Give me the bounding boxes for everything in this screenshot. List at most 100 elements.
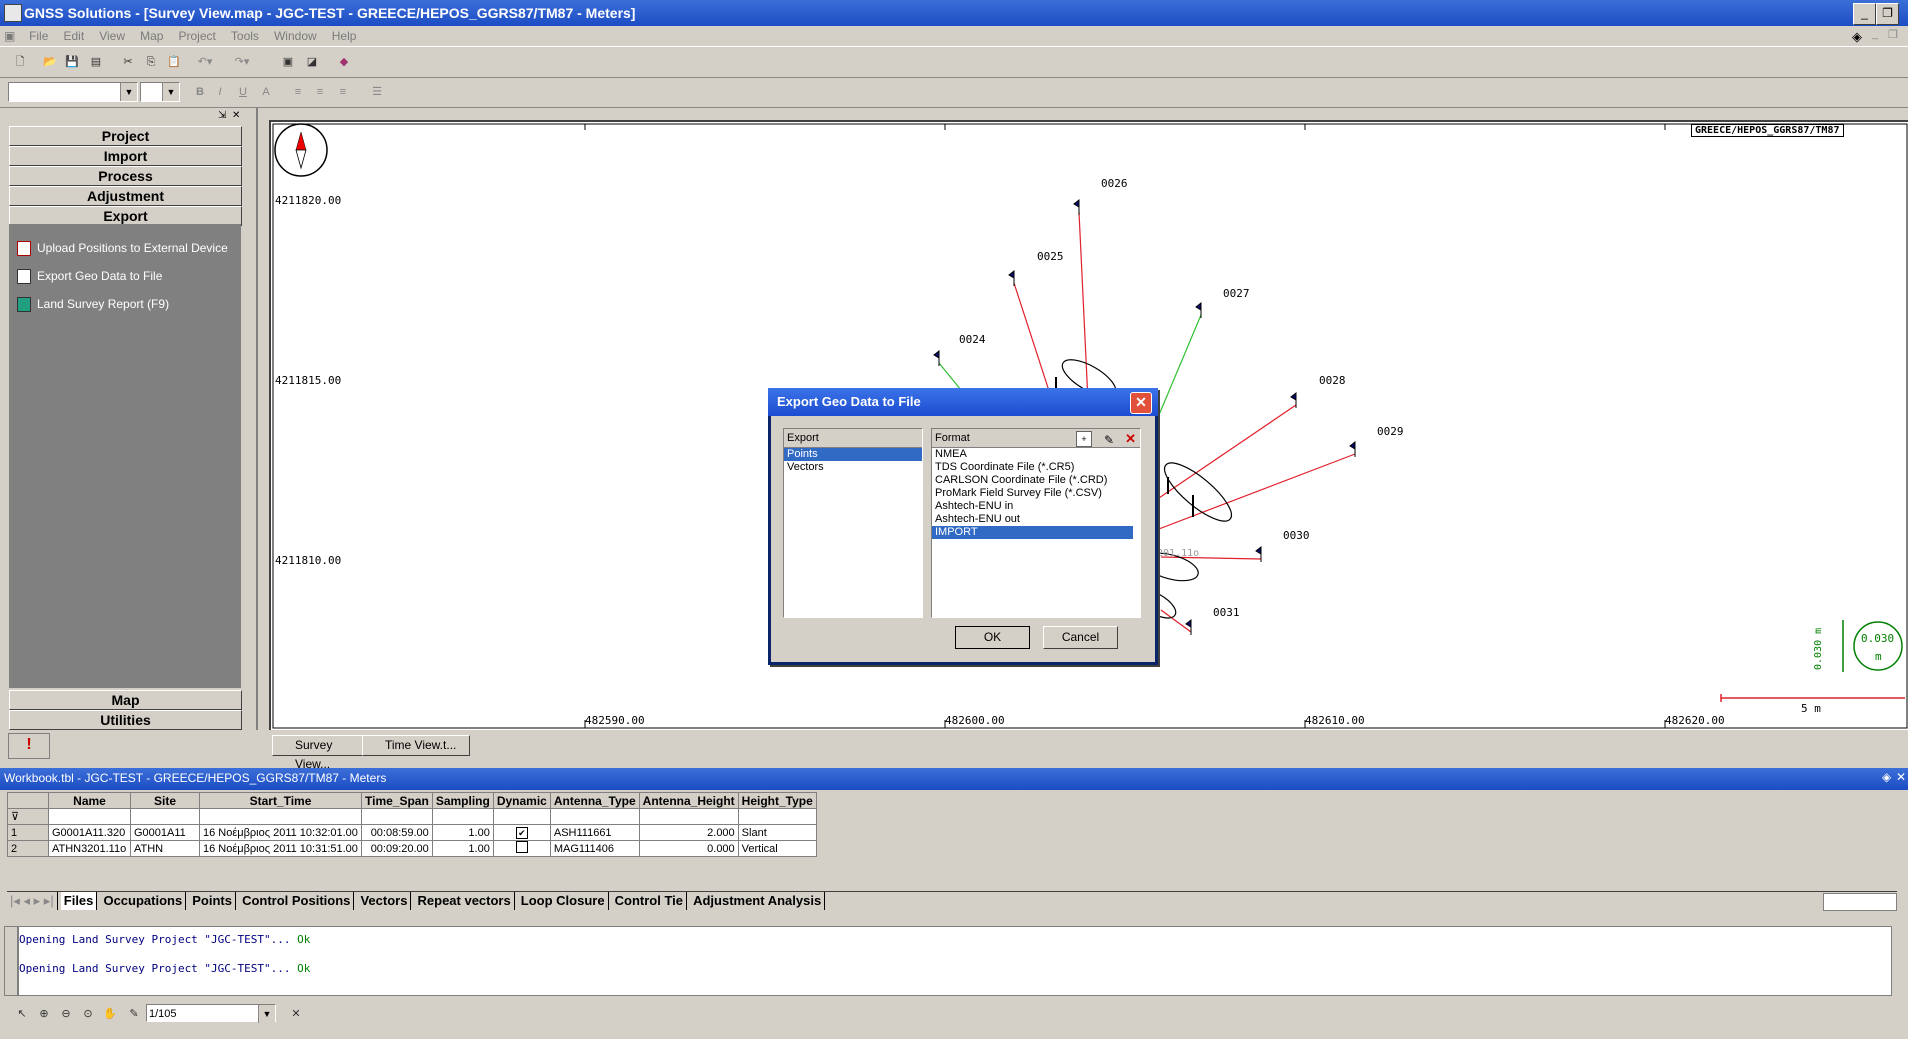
format-item[interactable]: TDS Coordinate File (*.CR5) xyxy=(932,461,1140,474)
cell-antenna-type[interactable]: MAG111406 xyxy=(549,840,640,857)
filter-cell[interactable] xyxy=(130,808,200,825)
filter-cell[interactable] xyxy=(549,808,640,825)
menu-project[interactable]: Project xyxy=(172,26,221,46)
tab-control-tie[interactable]: Control Tie xyxy=(612,892,688,910)
nav-import-button[interactable]: Import xyxy=(9,146,242,166)
open-icon[interactable]: 📂 xyxy=(40,52,60,72)
tab-points[interactable]: Points xyxy=(189,892,236,910)
format-item[interactable]: CARLSON Coordinate File (*.CRD) xyxy=(932,474,1140,487)
view-icon[interactable]: ▣ xyxy=(278,52,298,72)
nav-utilities-button[interactable]: Utilities xyxy=(9,710,242,730)
italic-button[interactable]: I xyxy=(210,82,230,102)
save-icon[interactable]: 💾 xyxy=(62,52,82,72)
cell-name[interactable]: G0001A11.320 xyxy=(48,824,131,841)
format-item[interactable]: Ashtech-ENU out xyxy=(932,513,1140,526)
point-label-0031[interactable]: 0031 xyxy=(1213,606,1240,619)
save-all-icon[interactable]: ▤ xyxy=(86,52,106,72)
point-label-0025[interactable]: 0025 xyxy=(1037,250,1064,263)
export-geo-data-item[interactable]: Export Geo Data to File xyxy=(17,269,162,285)
format-item[interactable]: Ashtech-ENU in xyxy=(932,500,1140,513)
tab-loop-closure[interactable]: Loop Closure xyxy=(518,892,609,910)
bold-button[interactable]: B xyxy=(190,82,210,102)
workbook-restore-icon[interactable]: ◈ xyxy=(1882,770,1891,784)
cell-height-type[interactable]: Slant xyxy=(737,824,817,841)
upload-positions-item[interactable]: Upload Positions to External Device xyxy=(17,241,228,257)
col-antenna-height[interactable]: Antenna_Height xyxy=(638,792,739,809)
measure-icon[interactable]: ✎ xyxy=(124,1004,144,1024)
paste-icon[interactable]: 📋 xyxy=(164,52,184,72)
minimize-button[interactable]: _ xyxy=(1853,3,1876,25)
cell-start-time[interactable]: 16 Νοέμβριος 2011 10:32:01.00 xyxy=(199,824,362,841)
copy-icon[interactable]: ⎘ xyxy=(141,52,161,72)
filter-cell[interactable] xyxy=(431,808,494,825)
output-console[interactable]: Opening Land Survey Project "JGC-TEST"..… xyxy=(18,926,1892,996)
cell-time-span[interactable]: 00:08:59.00 xyxy=(361,824,433,841)
align-center-icon[interactable]: ≡ xyxy=(310,82,330,102)
dynamic-checkbox[interactable]: ✔ xyxy=(492,824,551,841)
zoom-window-icon[interactable]: ⊙ xyxy=(78,1004,98,1024)
clear-icon[interactable]: ✕ xyxy=(286,1004,306,1024)
tab-control-positions[interactable]: Control Positions xyxy=(239,892,355,910)
col-time-span[interactable]: Time_Span xyxy=(361,792,433,809)
point-label-0026[interactable]: 0026 xyxy=(1101,177,1128,190)
tab-survey-view[interactable]: Survey View... xyxy=(272,735,368,771)
format-item[interactable]: ProMark Field Survey File (*.CSV) xyxy=(932,487,1140,500)
align-left-icon[interactable]: ≡ xyxy=(288,82,308,102)
dynamic-checkbox[interactable] xyxy=(492,840,551,857)
panel-splitter[interactable] xyxy=(256,108,258,730)
nav-map-button[interactable]: Map xyxy=(9,690,242,710)
tab-vectors[interactable]: Vectors xyxy=(357,892,412,910)
col-antenna-type[interactable]: Antenna_Type xyxy=(549,792,640,809)
menu-view[interactable]: View xyxy=(93,26,131,46)
font-color-button[interactable]: A xyxy=(256,82,276,102)
cell-sampling[interactable]: 1.00 xyxy=(431,840,494,857)
panel-pin-icon[interactable]: ⇲ xyxy=(218,110,226,121)
col-dynamic[interactable]: Dynamic xyxy=(492,792,551,809)
filter-cell[interactable] xyxy=(737,808,817,825)
redo-icon[interactable]: ↷▾ xyxy=(232,52,252,72)
land-survey-report-item[interactable]: Land Survey Report (F9) xyxy=(17,297,169,313)
format-item[interactable]: NMEA xyxy=(932,448,1140,461)
font-combo[interactable]: ▼ xyxy=(8,82,138,102)
table-row[interactable]: 1 G0001A11.320 G0001A11 16 Νοέμβριος 201… xyxy=(7,824,817,841)
edit-format-icon[interactable]: ✎ xyxy=(1104,431,1114,449)
filter-cell[interactable] xyxy=(361,808,433,825)
point-label-0030[interactable]: 0030 xyxy=(1283,529,1310,542)
undo-icon[interactable]: ↶▾ xyxy=(195,52,215,72)
zoom-in-icon[interactable]: ⊕ xyxy=(34,1004,54,1024)
bullets-icon[interactable]: ☰ xyxy=(367,82,387,102)
cell-antenna-height[interactable]: 2.000 xyxy=(638,824,739,841)
point-label-0028[interactable]: 0028 xyxy=(1319,374,1346,387)
page-select[interactable]: 1/105 ▼ xyxy=(146,1004,276,1023)
pan-hand-icon[interactable]: ✋ xyxy=(100,1004,120,1024)
cell-height-type[interactable]: Vertical xyxy=(737,840,817,857)
tab-files[interactable]: Files xyxy=(60,892,98,910)
cell-site[interactable]: ATHN xyxy=(130,840,200,857)
cut-icon[interactable]: ✂ xyxy=(118,52,138,72)
col-sampling[interactable]: Sampling xyxy=(431,792,494,809)
filter-cell[interactable] xyxy=(48,808,131,825)
cell-time-span[interactable]: 00:09:20.00 xyxy=(361,840,433,857)
menu-tools[interactable]: Tools xyxy=(225,26,265,46)
nav-export-button[interactable]: Export xyxy=(9,206,242,226)
cell-site[interactable]: G0001A11 xyxy=(130,824,200,841)
point-label-0027[interactable]: 0027 xyxy=(1223,287,1250,300)
nav-adjustment-button[interactable]: Adjustment xyxy=(9,186,242,206)
horizontal-scrollbar[interactable] xyxy=(1823,893,1897,911)
table-row[interactable]: 2 ATHN3201.11o ATHN 16 Νοέμβριος 2011 10… xyxy=(7,840,817,857)
layout-icon[interactable]: ◪ xyxy=(302,52,322,72)
tab-repeat-vectors[interactable]: Repeat vectors xyxy=(415,892,515,910)
ok-button[interactable]: OK xyxy=(955,626,1030,649)
filter-cell[interactable] xyxy=(638,808,739,825)
zoom-out-icon[interactable]: ⊖ xyxy=(56,1004,76,1024)
new-format-icon[interactable]: + xyxy=(1076,431,1092,447)
underline-button[interactable]: U xyxy=(233,82,253,102)
export-item-points[interactable]: Points xyxy=(784,448,922,461)
align-right-icon[interactable]: ≡ xyxy=(333,82,353,102)
doc-restore-icon[interactable]: ◈ xyxy=(1852,29,1862,45)
restore-button[interactable]: ❐ xyxy=(1876,3,1899,25)
new-icon[interactable]: 🗋 xyxy=(10,52,30,72)
workbook-close-icon[interactable]: ✕ xyxy=(1896,770,1906,784)
menu-edit[interactable]: Edit xyxy=(57,26,90,46)
panel-close-icon[interactable]: ✕ xyxy=(232,110,240,121)
